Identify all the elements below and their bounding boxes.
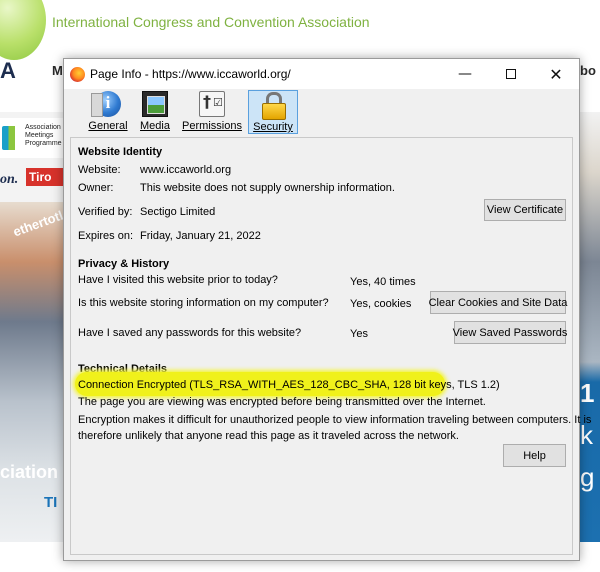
tab-security[interactable]: Security bbox=[248, 90, 298, 134]
owner-value: This website does not supply ownership i… bbox=[140, 182, 395, 194]
minimize-button[interactable]: — bbox=[442, 59, 488, 89]
visited-question: Have I visited this website prior to tod… bbox=[78, 274, 278, 286]
website-value: www.iccaworld.org bbox=[140, 164, 232, 176]
amp-label: Association Meetings Programme bbox=[25, 124, 62, 147]
page-info-dialog: Page Info - https://www.iccaworld.org/ —… bbox=[63, 58, 591, 561]
site-logo-circle bbox=[0, 0, 46, 60]
connection-encrypted-text: Connection Encrypted (TLS_RSA_WITH_AES_1… bbox=[78, 379, 500, 391]
banner-text-on: on. bbox=[0, 172, 19, 187]
tab-media[interactable]: Media bbox=[136, 90, 174, 134]
verified-by-value: Sectigo Limited bbox=[140, 206, 216, 218]
title-bar[interactable]: Page Info - https://www.iccaworld.org/ —… bbox=[64, 59, 579, 89]
website-identity-heading: Website Identity bbox=[78, 146, 163, 158]
website-label: Website: bbox=[78, 164, 121, 176]
banner-right-text-1: 1 bbox=[580, 378, 595, 408]
storing-answer: Yes, cookies bbox=[350, 298, 412, 310]
close-button[interactable]: ✕ bbox=[533, 59, 579, 89]
expires-value: Friday, January 21, 2022 bbox=[140, 230, 261, 242]
visited-answer: Yes, 40 times bbox=[350, 276, 416, 288]
view-saved-passwords-button[interactable]: View Saved Passwords bbox=[453, 321, 567, 344]
storing-question: Is this website storing information on m… bbox=[78, 297, 329, 309]
dialog-title: Page Info - https://www.iccaworld.org/ bbox=[90, 67, 291, 81]
tab-general[interactable]: General bbox=[86, 90, 130, 134]
security-panel: Website Identity Website: www.iccaworld.… bbox=[70, 137, 591, 555]
maximize-icon bbox=[506, 69, 516, 79]
encryption-explanation-2: therefore unlikely that anyone read this… bbox=[78, 430, 459, 442]
tab-permissions-label: Permissions bbox=[182, 120, 242, 132]
clear-cookies-button[interactable]: Clear Cookies and Site Data bbox=[429, 291, 567, 314]
site-logo-letter: A bbox=[0, 58, 16, 83]
owner-label: Owner: bbox=[78, 182, 114, 194]
privacy-history-heading: Privacy & History bbox=[78, 258, 170, 270]
lock-icon bbox=[260, 92, 286, 120]
expires-label: Expires on: bbox=[78, 230, 134, 242]
banner-right-text-3: g bbox=[580, 462, 595, 492]
permissions-icon bbox=[199, 91, 225, 117]
media-icon bbox=[142, 91, 168, 117]
help-button[interactable]: Help bbox=[503, 444, 566, 467]
tab-general-label: General bbox=[88, 120, 128, 132]
passwords-answer: Yes bbox=[350, 328, 368, 340]
banner-ti-text: TI bbox=[44, 494, 58, 511]
banner-association-text: ciation bbox=[0, 462, 59, 482]
verified-by-label: Verified by: bbox=[78, 206, 133, 218]
encryption-note: The page you are viewing was encrypted b… bbox=[78, 396, 486, 408]
firefox-icon bbox=[70, 67, 85, 82]
site-title[interactable]: International Congress and Convention As… bbox=[52, 14, 370, 30]
tab-media-label: Media bbox=[140, 120, 170, 132]
passwords-question: Have I saved any passwords for this webs… bbox=[78, 327, 302, 339]
site-nav-item-left[interactable]: M bbox=[52, 63, 63, 78]
banner-brand: Tiro bbox=[26, 168, 64, 186]
encryption-explanation-1: Encryption makes it difficult for unauth… bbox=[78, 414, 592, 426]
maximize-button[interactable] bbox=[488, 59, 534, 89]
site-nav-item-right[interactable]: bo bbox=[580, 63, 596, 78]
amp-logo-icon bbox=[2, 126, 22, 150]
tab-permissions[interactable]: Permissions bbox=[181, 90, 243, 134]
tab-security-label: Security bbox=[253, 121, 293, 133]
info-icon bbox=[91, 91, 121, 117]
view-certificate-button[interactable]: View Certificate bbox=[484, 199, 566, 221]
page-info-tabs: General Media Permissions Security bbox=[64, 89, 579, 135]
